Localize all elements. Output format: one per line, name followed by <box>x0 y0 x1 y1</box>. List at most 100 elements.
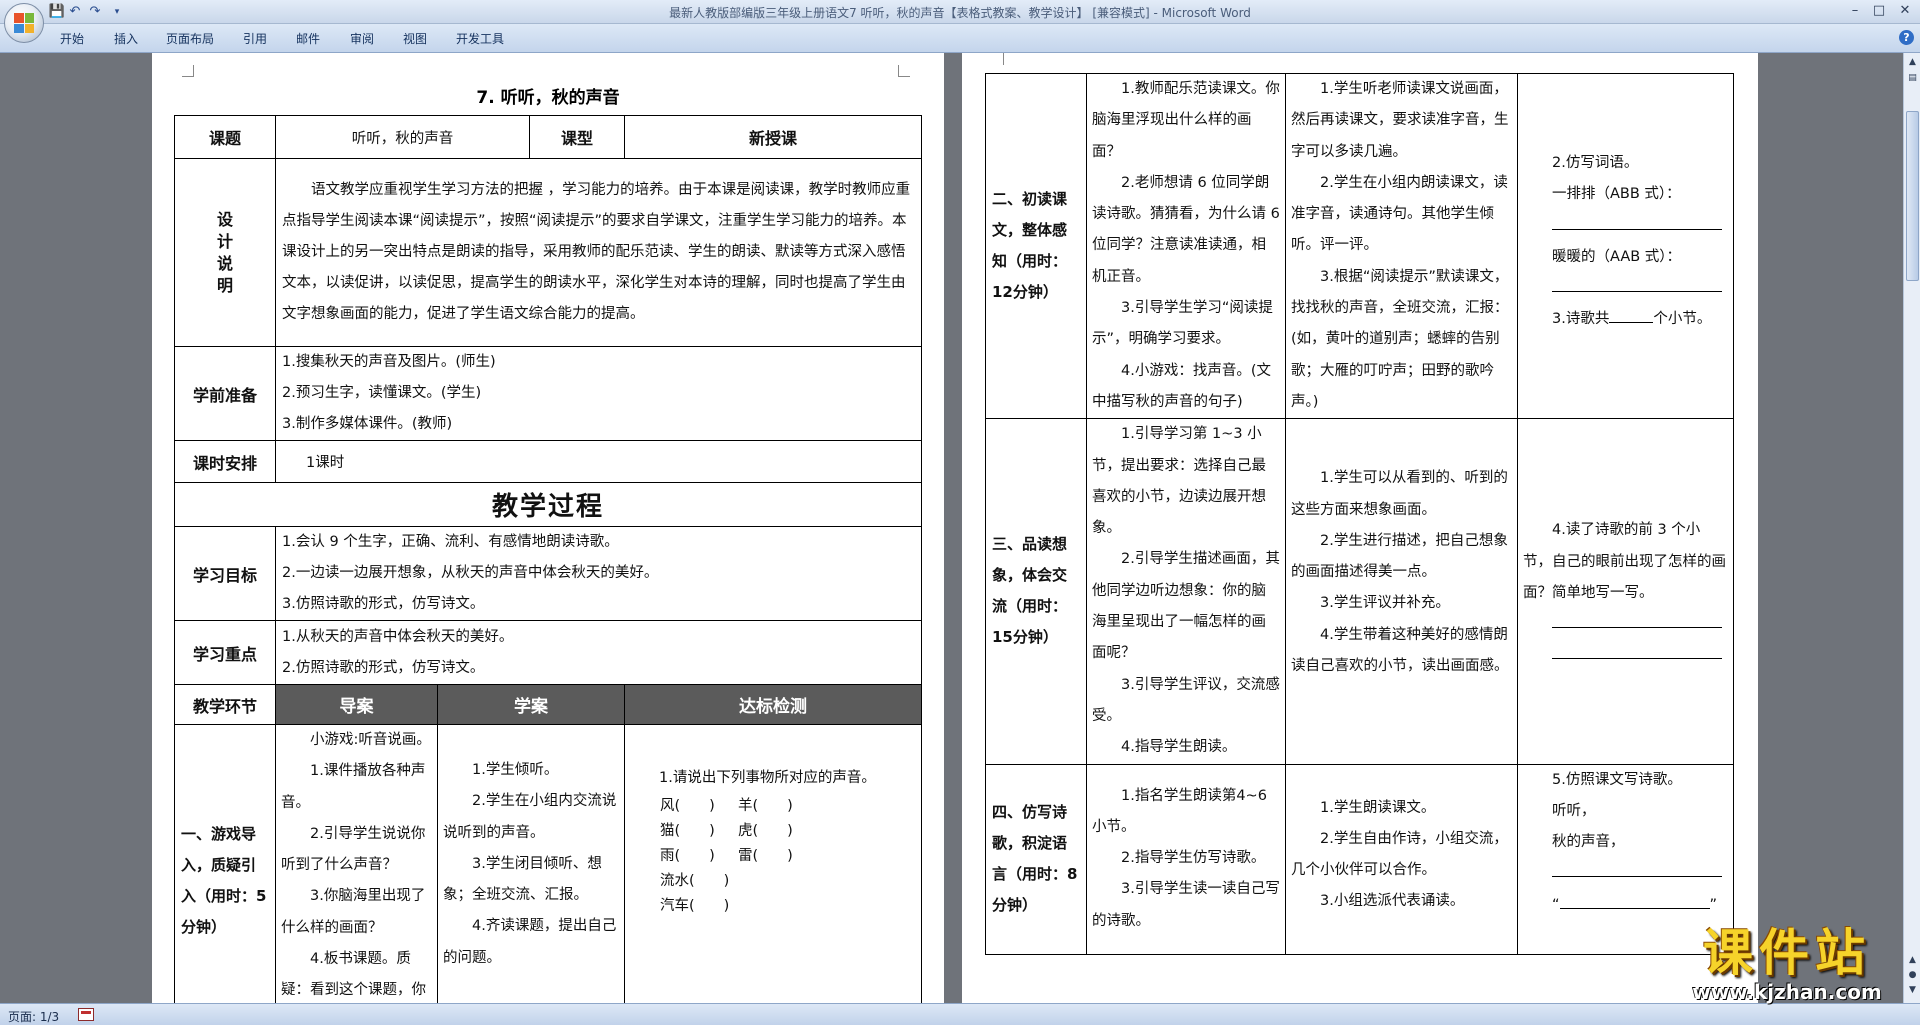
section-2-name: 二、初读课文，整体感知（用时：12分钟） <box>985 72 1087 420</box>
close-icon[interactable]: ✕ <box>1894 2 1916 20</box>
prep-item: 3.制作多媒体课件。(教师) <box>282 416 453 432</box>
vertical-scrollbar[interactable]: ▲ ▤ ▲ ● ▼ <box>1903 53 1920 1003</box>
sound-pair-right[interactable]: 雷( ) <box>738 844 808 869</box>
ribbon-tabs: 开始 插入 页面布局 引用 邮件 审阅 视图 开发工具 ? <box>0 24 1920 53</box>
office-logo-icon <box>14 13 34 33</box>
sound-pair-left[interactable]: 风( ) <box>660 794 738 819</box>
crop-mark <box>992 53 1004 65</box>
study-item: 2.学生进行描述，把自己想象的画面描述得美一点。 <box>1291 532 1508 581</box>
prep-item: 1.搜集秋天的声音及图片。(师生) <box>282 354 496 370</box>
office-button[interactable] <box>4 3 44 43</box>
tab-mailings[interactable]: 邮件 <box>296 30 320 47</box>
prev-page-icon[interactable]: ▲ <box>1906 953 1919 967</box>
tab-view[interactable]: 视图 <box>403 30 427 47</box>
study-item: 3.小组选派代表诵读。 <box>1320 893 1465 910</box>
focus-list: 1.从秋天的声音中体会秋天的美好。 2.仿照诗歌的形式，仿写诗文。 <box>274 620 923 685</box>
document-page-2[interactable]: 二、初读课文，整体感知（用时：12分钟） 1.教师配乐范读课文。你脑海里浮现出什… <box>962 53 1758 1003</box>
page-indicator[interactable]: 页面: 1/3 <box>8 1008 59 1025</box>
minimize-icon[interactable]: – <box>1844 2 1866 20</box>
restore-icon[interactable]: □ <box>1868 2 1890 20</box>
goal-item: 3.仿照诗歌的形式，仿写诗文。 <box>282 596 485 612</box>
tab-page-layout[interactable]: 页面布局 <box>166 30 214 47</box>
study-item: 3.根据“阅读提示”默读课文，找找秋的声音，全班交流，汇报：(如，黄叶的道别声；… <box>1291 268 1509 410</box>
section-4-study: 1.学生朗读课文。 2.学生自由作诗，小组交流，几个小伙伴可以合作。 3.小组选… <box>1285 763 1518 955</box>
col-guide: 导案 <box>275 684 438 725</box>
section-4-name: 四、仿写诗歌，积淀语言（用时：8分钟） <box>985 763 1087 955</box>
time-value: 1课时 <box>274 440 923 483</box>
section-1-guide: 小游戏:听音说画。 1.课件播放各种声音。 2.引导学生说说你听到了什么声音？ … <box>275 724 438 1003</box>
section-1-name: 一、游戏导入，质疑引入（用时：5分钟） <box>174 724 276 1003</box>
col-stage: 教学环节 <box>174 684 276 725</box>
tab-developer[interactable]: 开发工具 <box>456 30 504 47</box>
col-study: 学案 <box>437 684 625 725</box>
crop-mark <box>182 65 194 77</box>
guide-item: 1.教师配乐范读课文。你脑海里浮现出什么样的画面？ <box>1092 81 1280 160</box>
tab-insert[interactable]: 插入 <box>114 30 138 47</box>
section-3-guide: 1.引导学习第 1~3 小节，提出要求：选择自己最喜欢的小节，边读边展开想象。 … <box>1086 418 1286 765</box>
scrollbar-thumb[interactable] <box>1906 111 1919 281</box>
study-item: 4.学生带着这种美好的感情朗读自己喜欢的小节，读出画面感。 <box>1291 626 1509 675</box>
study-item: 3.学生闭目倾听、想象；全班交流、汇报。 <box>443 855 602 904</box>
section-3-study: 1.学生可以从看到的、听到的这些方面来想象画面。 2.学生进行描述，把自己想象的… <box>1285 418 1518 765</box>
sound-pair-left[interactable]: 汽车( ) <box>660 894 738 919</box>
study-item: 3.学生评议并补充。 <box>1320 595 1450 612</box>
goal-item: 2.一边读一边展开想象，从秋天的声音中体会秋天的美好。 <box>282 565 659 581</box>
sound-pairs: 风( ) 羊( ) 猫( ) 虎( ) 雨( ) 雷( ) 流水( ) 汽车( ) <box>630 794 916 919</box>
guide-item: 3.引导学生学习“阅读提示”，明确学习要求。 <box>1092 300 1273 348</box>
design-label: 设计说明 <box>174 158 276 347</box>
sound-pair-right[interactable]: 虎( ) <box>738 819 808 844</box>
test-item: 5.仿照课文写诗歌。 <box>1552 771 1682 788</box>
help-icon[interactable]: ? <box>1899 30 1914 45</box>
guide-item: 3.引导学生评议，交流感受。 <box>1092 676 1280 724</box>
test-item: 秋的声音， <box>1552 834 1625 851</box>
sound-pair-right[interactable]: 羊( ) <box>738 794 808 819</box>
tab-references[interactable]: 引用 <box>243 30 267 47</box>
section-2-study: 1.学生听老师读课文说画面，然后再读课文，要求读准字音，生字可以多读几遍。 2.… <box>1285 72 1518 420</box>
document-page-1[interactable]: 7. 听听，秋的声音 课题 听听，秋的声音 课型 新授课 设计说明 语文教学应重… <box>152 53 944 1003</box>
tab-review[interactable]: 审阅 <box>350 30 374 47</box>
proofing-icon[interactable] <box>78 1008 94 1021</box>
design-text: 语文教学应重视学生学习方法的把握 ，学习能力的培养。由于本课是阅读课，教学时教师… <box>274 158 923 347</box>
guide-item: 3.引导学生读一读自己写的诗歌。 <box>1092 881 1280 929</box>
guide-item: 4.板书课题。质疑：看到这个课题，你有什么问题想问？ <box>281 951 426 999</box>
test-text: 个小节。 <box>1653 311 1712 328</box>
course-label: 课题 <box>174 115 276 159</box>
sound-pair-right[interactable] <box>738 869 808 894</box>
test-item: 暖暖的（AAB 式）： <box>1552 248 1682 265</box>
guide-item: 1.引导学习第 1~3 小节，提出要求：选择自己最喜欢的小节，边读边展开想象。 <box>1092 426 1266 537</box>
answer-blank[interactable] <box>1523 211 1728 242</box>
study-item: 2.学生在小组内朗读课文，读准字音，读通诗句。其他学生倾听。评一评。 <box>1291 174 1508 254</box>
select-browse-icon[interactable]: ● <box>1906 968 1919 982</box>
answer-blank[interactable]: “” <box>1523 890 1728 921</box>
answer-blank[interactable] <box>1523 640 1728 671</box>
section-3-test: 4.读了诗歌的前 3 个小节，自己的眼前出现了怎样的画面？简单地写一写。 <box>1517 418 1734 765</box>
prep-label: 学前准备 <box>174 346 276 441</box>
guide-item: 3.你脑海里出现了什么样的画面？ <box>281 888 426 936</box>
tab-home[interactable]: 开始 <box>60 30 84 47</box>
guide-item: 1.课件播放各种声音。 <box>281 763 426 811</box>
document-title: 7. 听听，秋的声音 <box>476 88 620 108</box>
answer-blank[interactable] <box>1523 273 1728 304</box>
guide-item: 2.引导学生描述画面，其他同学边听边想象：你的脑海里呈现出了一幅怎样的画面呢？ <box>1092 551 1280 662</box>
answer-blank[interactable] <box>1523 858 1728 889</box>
focus-item: 1.从秋天的声音中体会秋天的美好。 <box>282 628 514 645</box>
prep-list: 1.搜集秋天的声音及图片。(师生) 2.预习生字，读懂课文。(学生) 3.制作多… <box>274 346 923 441</box>
sound-pair-left[interactable]: 雨( ) <box>660 844 738 869</box>
sound-pair-left[interactable]: 猫( ) <box>660 819 738 844</box>
study-item: 1.学生朗读课文。 <box>1320 799 1436 816</box>
course-value: 听听，秋的声音 <box>275 115 530 159</box>
section-2-guide: 1.教师配乐范读课文。你脑海里浮现出什么样的画面？ 2.老师想请 6 位同学朗读… <box>1086 72 1286 420</box>
scroll-up-icon[interactable]: ▲ <box>1906 55 1919 69</box>
goal-item: 1.会认 9 个生字，正确、流利、有感情地朗读诗歌。 <box>282 534 619 550</box>
study-item: 1.学生可以从看到的、听到的这些方面来想象画面。 <box>1291 470 1508 518</box>
sound-pair-left[interactable]: 流水( ) <box>660 869 738 894</box>
answer-blank[interactable] <box>1609 311 1654 324</box>
ruler-toggle-icon[interactable]: ▤ <box>1906 71 1919 85</box>
next-page-icon[interactable]: ▼ <box>1906 983 1919 997</box>
window-title: 最新人教版部编版三年级上册语文7 听听，秋的声音【表格式教案、教学设计】 [兼容… <box>669 6 1251 20</box>
test-item: 一排排（ABB 式）： <box>1552 186 1681 203</box>
answer-blank[interactable] <box>1523 609 1728 640</box>
sound-pair-row: 风( ) 羊( ) <box>660 794 916 819</box>
sound-pair-right[interactable] <box>738 894 808 919</box>
study-item: 1.学生倾听。 <box>472 762 559 778</box>
